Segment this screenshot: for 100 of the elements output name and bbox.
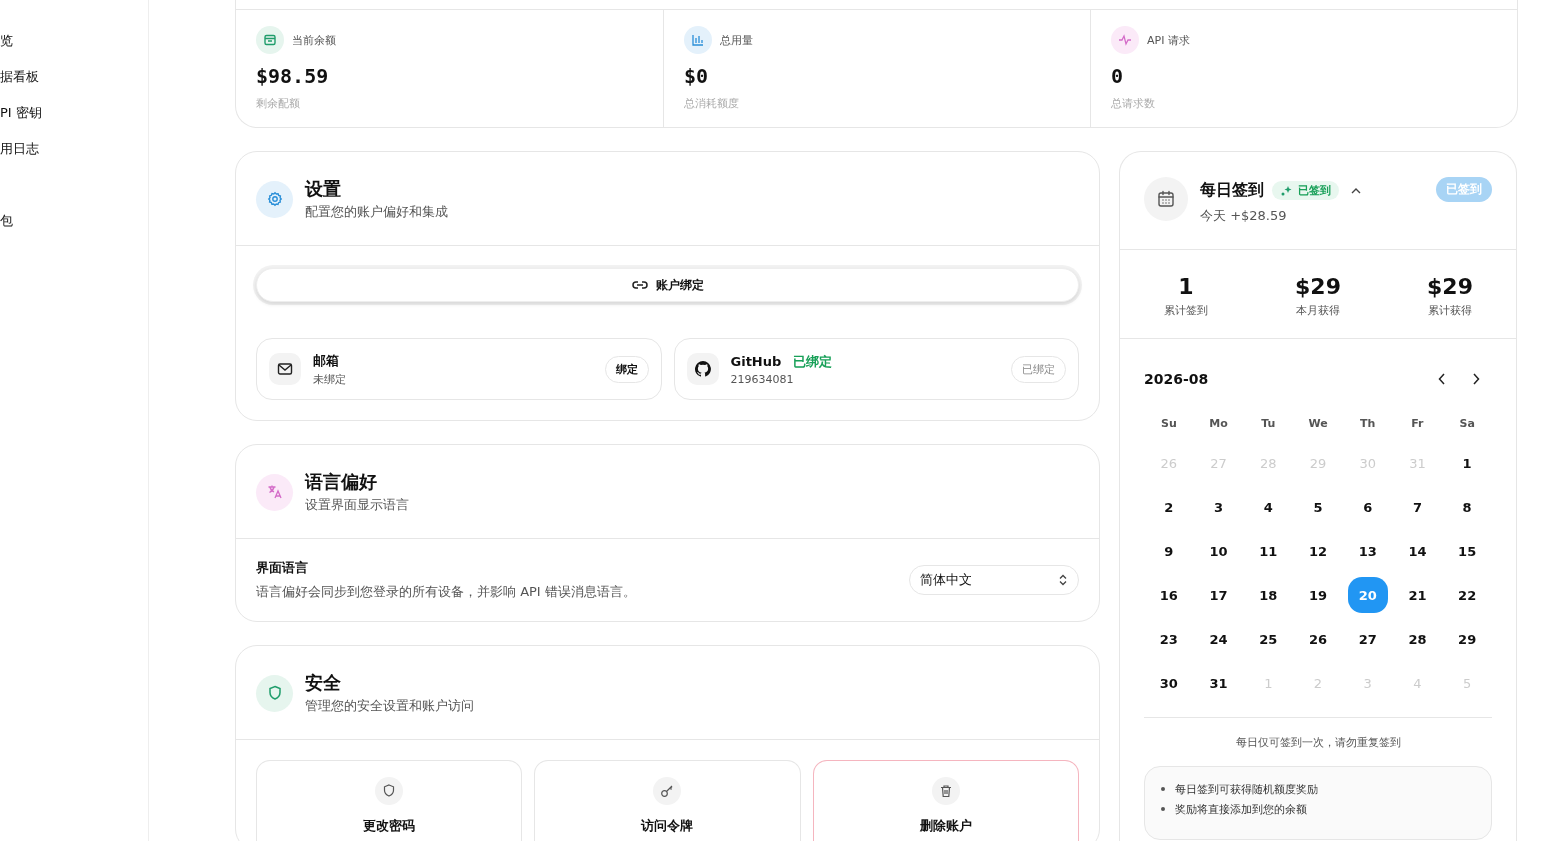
weekday-label: Su (1159, 417, 1178, 432)
stat-value: 1 (1177, 274, 1195, 299)
calendar-icon (1157, 190, 1175, 208)
activity-icon (1118, 33, 1132, 47)
binding-detail: 219634081 (730, 372, 795, 386)
chevron-up-icon[interactable] (1351, 187, 1361, 194)
calendar-month: 2026-08 (1144, 371, 1209, 387)
stat-label: 总用量 (720, 32, 753, 48)
binding-detail: 未绑定 (313, 371, 347, 387)
security-action-button[interactable]: 删除账户 (812, 760, 1079, 841)
card-title: 安全 (305, 671, 342, 695)
calendar-day[interactable]: 26 (1298, 621, 1338, 657)
calendar-day[interactable]: 6 (1347, 489, 1388, 525)
chevron-right-icon[interactable] (1472, 373, 1480, 385)
calendar-day[interactable]: 27 (1347, 621, 1388, 657)
shield-icon (267, 685, 282, 701)
bar-chart-icon (691, 33, 705, 47)
binding-status: 已绑定 (793, 352, 833, 371)
security-action-button[interactable]: 访问令牌 (534, 760, 801, 841)
weekday-label: Sa (1458, 417, 1476, 432)
calendar-day[interactable]: 14 (1397, 533, 1438, 569)
calendar-day[interactable]: 13 (1347, 533, 1388, 569)
stat-label: API 请求 (1147, 32, 1190, 48)
stat-caption: 总请求数 (1111, 96, 1156, 111)
sidebar-item[interactable]: PI 密钥 (0, 103, 148, 139)
security-action-button[interactable]: 更改密码 (256, 760, 523, 841)
stat-value: $0 (684, 64, 710, 88)
card-title: 语言偏好 (305, 470, 378, 494)
sparkle-icon (1280, 184, 1292, 197)
bound-button[interactable]: 已绑定 (1011, 355, 1066, 383)
checkin-note: 每日仅可签到一次，请勿重复签到 (1234, 735, 1402, 750)
stat-value: 0 (1111, 64, 1125, 88)
mail-icon (277, 362, 293, 376)
sidebar-item[interactable]: 据看板 (0, 67, 148, 103)
stat-caption: 总消耗额度 (684, 96, 740, 111)
card-subtitle: 设置界面显示语言 (305, 496, 409, 514)
tip-text: 奖励将直接添加到您的余额 (1175, 801, 1307, 817)
trash-icon (939, 784, 952, 798)
stat-value: $29 (1426, 274, 1474, 299)
weekday-label: Th (1359, 417, 1377, 432)
calendar-day[interactable]: 5 (1298, 489, 1338, 525)
calendar-day[interactable]: 31 (1198, 665, 1239, 701)
sidebar-item[interactable]: 用日志 (0, 139, 148, 175)
stat-value: $98.59 (256, 64, 330, 88)
calendar-day[interactable]: 12 (1298, 533, 1338, 569)
calendar-day[interactable]: 21 (1397, 577, 1438, 613)
calendar-day[interactable]: 10 (1198, 533, 1239, 569)
stat-label: 本月获得 (1295, 303, 1341, 318)
calendar-day[interactable]: 30 (1148, 665, 1189, 701)
shield-icon (383, 784, 396, 798)
stat-label: 累计获得 (1427, 303, 1473, 318)
bullet-icon (1161, 787, 1165, 791)
calendar-day[interactable]: 3 (1198, 489, 1239, 525)
calendar-day[interactable]: 29 (1447, 621, 1488, 657)
github-icon (694, 361, 711, 377)
calendar-day[interactable]: 17 (1198, 577, 1239, 613)
sidebar-item[interactable]: 包 (0, 211, 148, 247)
calendar-day[interactable]: 7 (1397, 489, 1438, 525)
wallet-icon (263, 33, 277, 47)
weekday-label: Mo (1208, 417, 1229, 432)
weekday-label: Tu (1260, 417, 1277, 432)
calendar-day[interactable]: 2 (1148, 489, 1189, 525)
calendar-day[interactable]: 25 (1248, 621, 1289, 657)
key-icon (660, 784, 675, 798)
calendar-day[interactable]: 15 (1447, 533, 1488, 569)
account-binding-tab[interactable]: 账户绑定 (256, 268, 1079, 302)
chevron-left-icon[interactable] (1438, 373, 1446, 385)
calendar-day[interactable]: 18 (1248, 577, 1289, 613)
today-reward: 今天 +$28.59 (1200, 207, 1288, 225)
stat-label: 当前余额 (292, 32, 336, 48)
field-description: 语言偏好会同步到您登录的所有设备，并影响 API 错误消息语言。 (256, 583, 636, 601)
binding-name: 邮箱 (313, 351, 339, 370)
calendar-day[interactable]: 4 (1248, 489, 1289, 525)
checkin-title: 每日签到 (1200, 180, 1264, 201)
tip-text: 每日签到可获得随机额度奖励 (1175, 781, 1318, 797)
calendar-day[interactable]: 24 (1198, 621, 1239, 657)
calendar-day[interactable]: 28 (1397, 621, 1438, 657)
calendar-day[interactable]: 9 (1148, 533, 1189, 569)
stat-caption: 剩余配额 (256, 96, 301, 111)
calendar-day[interactable]: 19 (1298, 577, 1338, 613)
field-label: 界面语言 (256, 559, 309, 577)
card-title: 设置 (305, 177, 342, 201)
translate-icon (266, 484, 283, 500)
stat-label: 累计签到 (1163, 303, 1209, 318)
bullet-icon (1161, 807, 1165, 811)
calendar-day[interactable]: 11 (1248, 533, 1289, 569)
checked-in-badge: 已签到 (1272, 181, 1339, 200)
sidebar-item[interactable]: 览 (0, 31, 148, 67)
chevron-up-down-icon (1058, 574, 1068, 586)
weekday-label: Fr (1410, 417, 1425, 432)
calendar-day[interactable]: 23 (1148, 621, 1189, 657)
binding-name: GitHub (730, 354, 782, 369)
calendar-day[interactable]: 16 (1148, 577, 1189, 613)
card-subtitle: 管理您的安全设置和账户访问 (305, 697, 474, 715)
calendar-day[interactable]: 22 (1447, 577, 1488, 613)
link-icon (631, 280, 648, 290)
stat-value: $29 (1294, 274, 1342, 299)
calendar-day[interactable]: 8 (1447, 489, 1488, 525)
calendar-day[interactable]: 1 (1447, 445, 1488, 481)
bind-button[interactable]: 绑定 (604, 355, 649, 383)
